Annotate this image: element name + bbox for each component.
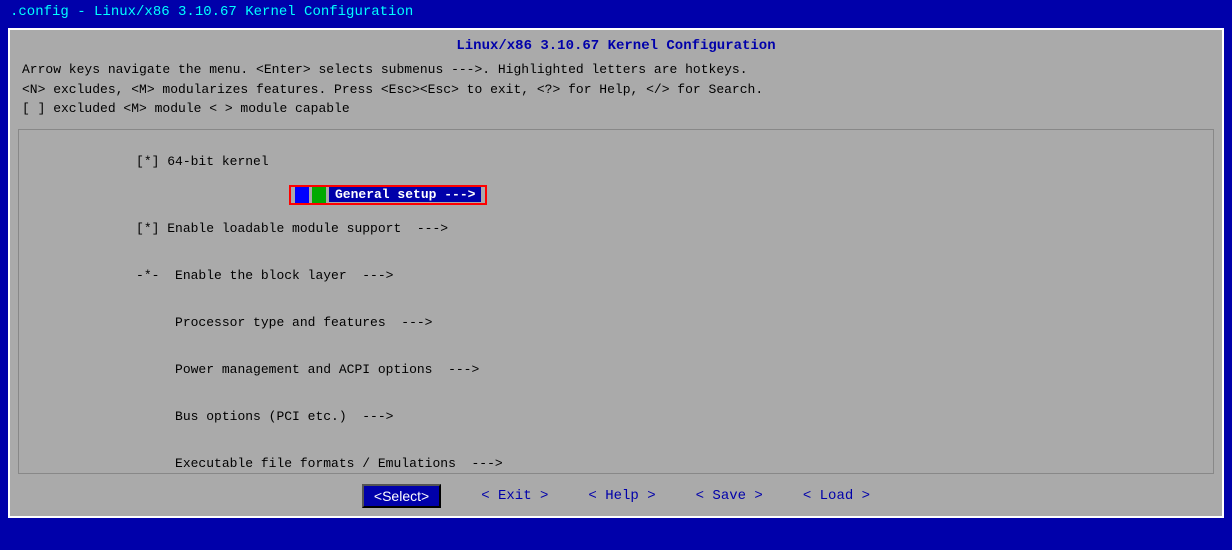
selected-item-text: General setup ---> — [329, 187, 481, 202]
menu-item-block-layer[interactable]: -*- Enable the block layer ---> — [19, 252, 1213, 299]
exit-button[interactable]: < Exit > — [481, 488, 548, 504]
menu-item-64bit[interactable]: [*] 64-bit kernel — [19, 138, 1213, 185]
select-button[interactable]: <Select> — [362, 484, 441, 508]
load-button[interactable]: < Load > — [803, 488, 870, 504]
menu-item-loadable[interactable]: [*] Enable loadable module support ---> — [19, 205, 1213, 252]
menu-item-bus[interactable]: Bus options (PCI etc.) ---> — [19, 393, 1213, 440]
title-bar: .config - Linux/x86 3.10.67 Kernel Confi… — [0, 0, 1232, 24]
bottom-bar: <Select> < Exit > < Help > < Save > < Lo… — [10, 478, 1222, 516]
header-section: Linux/x86 3.10.67 Kernel Configuration A… — [10, 30, 1222, 125]
header-title: Linux/x86 3.10.67 Kernel Configuration — [22, 38, 1210, 54]
green-indicator — [312, 187, 326, 203]
main-container: Linux/x86 3.10.67 Kernel Configuration A… — [8, 28, 1224, 518]
menu-item-general-setup[interactable]: General setup ---> — [289, 185, 1213, 205]
menu-item-power[interactable]: Power management and ACPI options ---> — [19, 346, 1213, 393]
header-info: Arrow keys navigate the menu. <Enter> se… — [22, 60, 1210, 119]
menu-item-processor[interactable]: Processor type and features ---> — [19, 299, 1213, 346]
header-line1: Arrow keys navigate the menu. <Enter> se… — [22, 60, 1210, 80]
header-line3: [ ] excluded <M> module < > module capab… — [22, 99, 1210, 119]
title-text: .config - Linux/x86 3.10.67 Kernel Confi… — [10, 4, 413, 20]
header-line2: <N> excludes, <M> modularizes features. … — [22, 80, 1210, 100]
help-button[interactable]: < Help > — [588, 488, 655, 504]
blue-indicator — [295, 187, 309, 203]
menu-area: [*] 64-bit kernel General setup ---> [*]… — [18, 129, 1214, 475]
save-button[interactable]: < Save > — [696, 488, 763, 504]
menu-item-exec-formats[interactable]: Executable file formats / Emulations ---… — [19, 440, 1213, 475]
